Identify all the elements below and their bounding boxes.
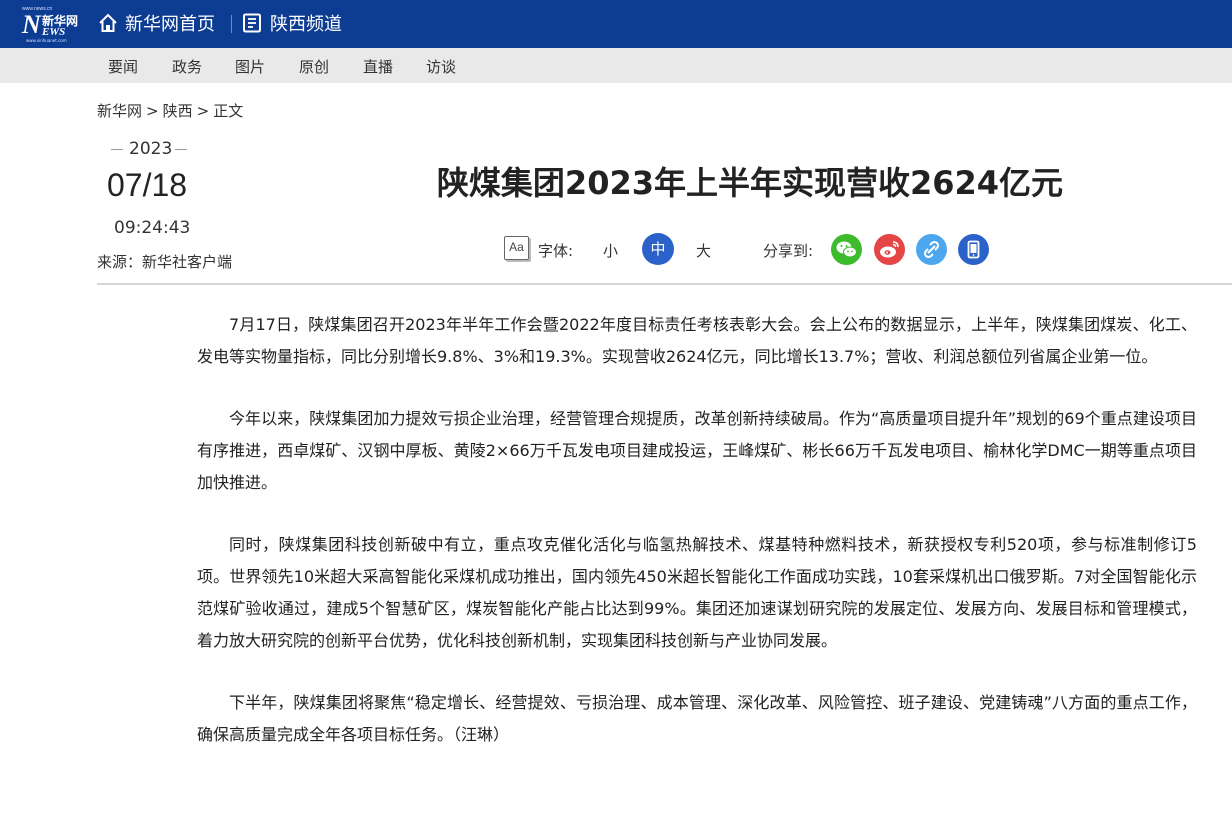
header-divider <box>97 283 1232 285</box>
link-icon <box>923 240 940 259</box>
article-source: 来源：新华社客户端 <box>97 253 233 271</box>
year-line-left <box>111 149 123 150</box>
top-separator <box>231 15 232 33</box>
wechat-icon <box>836 241 857 258</box>
article-body: 7月17日，陕煤集团召开2023年半年工作会暨2022年度目标责任考核表彰大会。… <box>197 309 1197 781</box>
weibo-icon <box>880 241 899 258</box>
document-icon <box>243 13 261 33</box>
font-large-button[interactable]: 大 <box>696 240 711 261</box>
publish-year: 2023 <box>129 139 173 159</box>
link-share-button[interactable] <box>916 234 947 265</box>
menu-item-news[interactable]: 要闻 <box>108 56 138 77</box>
menu-item-original[interactable]: 原创 <box>299 56 329 77</box>
home-link[interactable]: 新华网首页 <box>97 11 215 35</box>
logo-n-letter: N <box>22 10 41 39</box>
article-paragraph: 同时，陕煤集团科技创新破中有立，重点攻克催化活化与临氢热解技术、煤基特种燃料技术… <box>197 535 1197 650</box>
logo-ews-text: EWS <box>42 26 66 38</box>
font-size-icon: Aa <box>504 236 529 260</box>
year-line-right <box>175 149 187 150</box>
breadcrumb-shaanxi[interactable]: 陕西 <box>163 102 193 120</box>
home-link-label: 新华网首页 <box>125 14 215 35</box>
home-icon <box>99 13 117 32</box>
menu-item-interview[interactable]: 访谈 <box>426 56 456 77</box>
wechat-share-button[interactable] <box>831 234 862 265</box>
font-small-button[interactable]: 小 <box>603 240 618 261</box>
breadcrumb-separator: > <box>196 102 210 120</box>
xinhua-logo[interactable]: www.news.cn N 新华网 EWS www.xinhuanet.com <box>22 6 82 44</box>
breadcrumb-current: 正文 <box>213 102 244 120</box>
article-paragraph: 今年以来，陕煤集团加力提效亏损企业治理，经营管理合规提质，改革创新持续破局。作为… <box>197 409 1197 492</box>
channel-link-label: 陕西频道 <box>270 14 342 35</box>
menu-item-live[interactable]: 直播 <box>363 56 393 77</box>
weibo-share-button[interactable] <box>874 234 905 265</box>
menu-item-photos[interactable]: 图片 <box>235 56 265 77</box>
article-paragraph: 下半年，陕煤集团将聚焦“稳定增长、经营提效、亏损治理、成本管理、深化改革、风险管… <box>197 693 1197 744</box>
menu-bar: 要闻 政务 图片 原创 直播 访谈 <box>0 48 1232 83</box>
publish-date: 07/18 <box>107 167 188 203</box>
breadcrumb-separator: > <box>146 102 159 120</box>
top-bar: www.news.cn N 新华网 EWS www.xinhuanet.com … <box>0 0 1232 48</box>
article-paragraph: 7月17日，陕煤集团召开2023年半年工作会暨2022年度目标责任考核表彰大会。… <box>197 315 1197 366</box>
breadcrumb-xinhua[interactable]: 新华网 <box>97 102 142 120</box>
article-title: 陕煤集团2023年上半年实现营收2624亿元 <box>436 164 1064 202</box>
mobile-icon <box>967 240 980 259</box>
publish-time: 09:24:43 <box>114 218 191 238</box>
share-label: 分享到: <box>763 242 814 260</box>
font-medium-button[interactable]: 中 <box>642 233 674 265</box>
menu-item-government[interactable]: 政务 <box>172 56 202 77</box>
mobile-share-button[interactable] <box>958 234 989 265</box>
logo-foot-text: www.xinhuanet.com <box>26 38 67 43</box>
font-size-label: 字体: <box>538 242 574 260</box>
breadcrumb: 新华网 > 陕西 > 正文 <box>97 100 243 121</box>
channel-link[interactable]: 陕西频道 <box>242 11 342 35</box>
year-row: 2023 <box>111 139 187 159</box>
